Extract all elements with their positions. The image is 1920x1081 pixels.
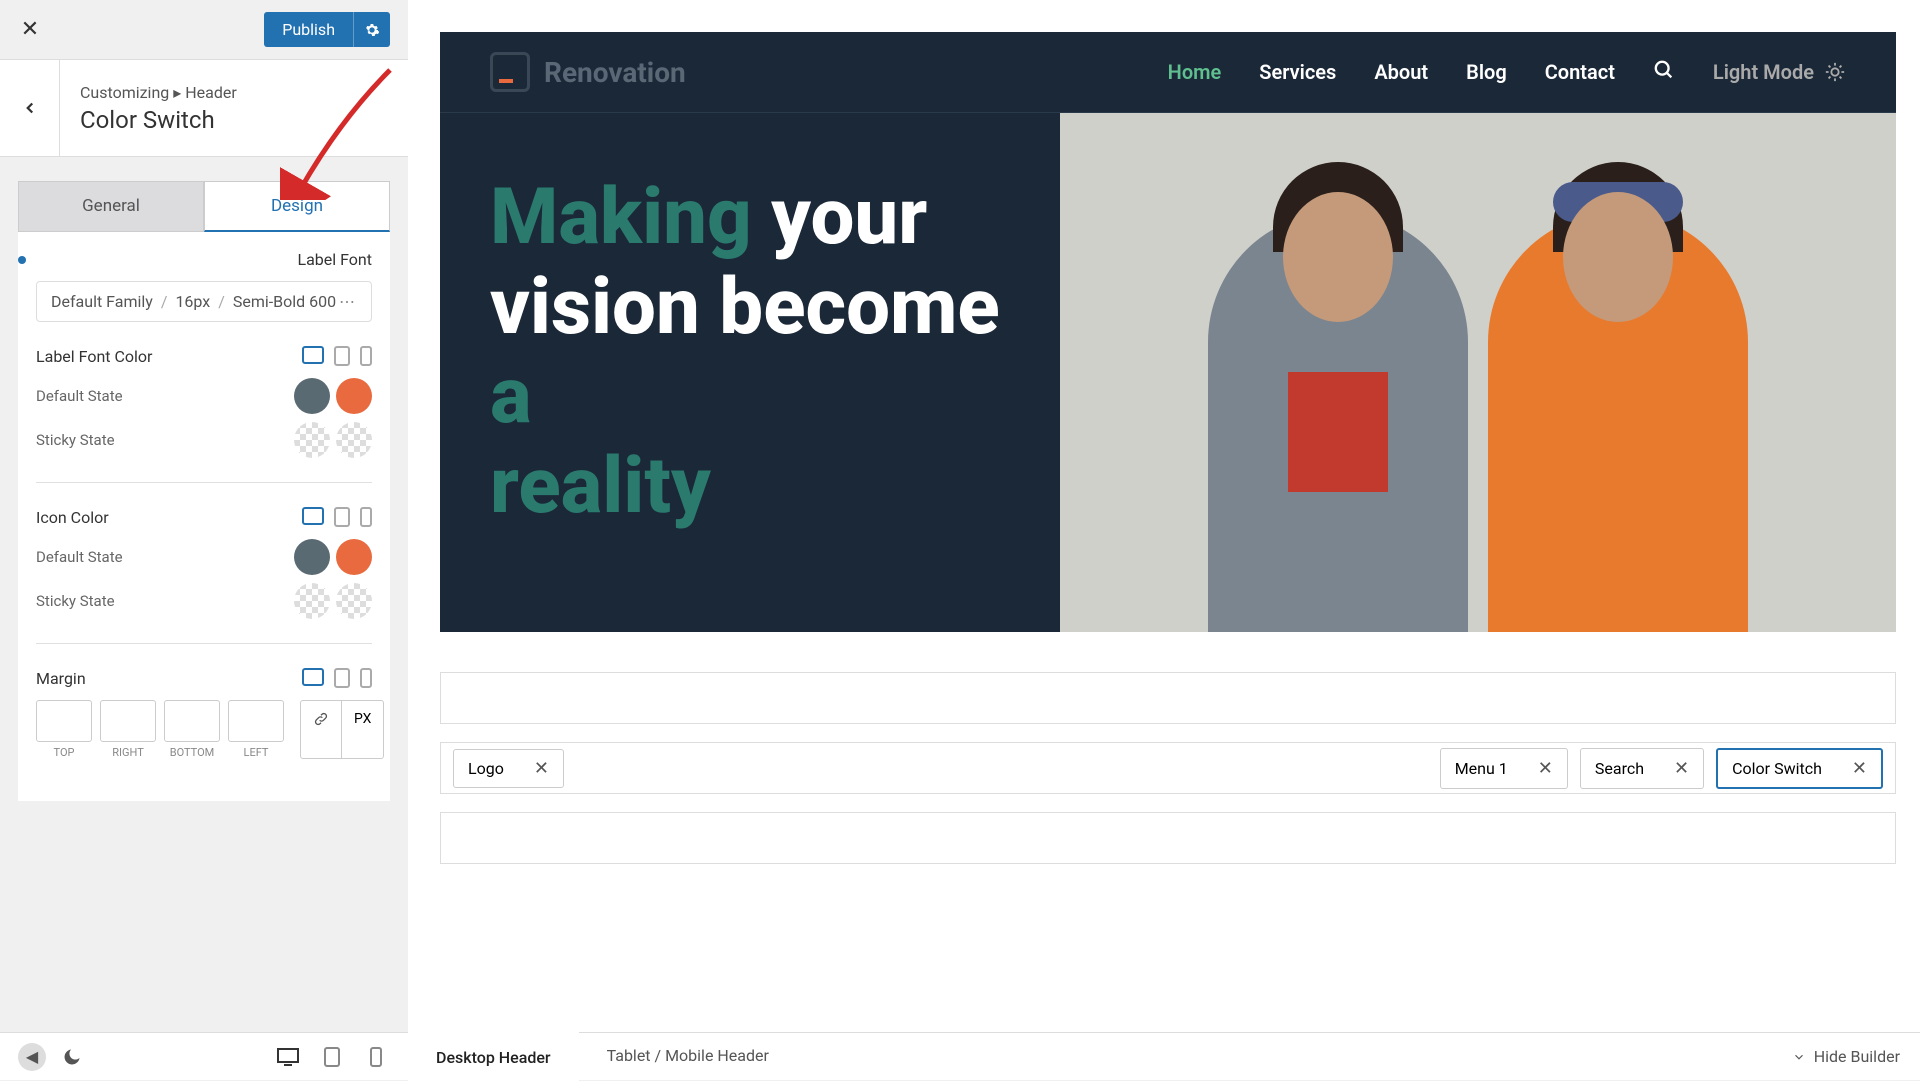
- color-swatch[interactable]: [294, 539, 330, 575]
- margin-bottom-input[interactable]: [164, 700, 220, 742]
- builder-chip-logo[interactable]: Logo✕: [453, 749, 564, 788]
- color-swatch-empty[interactable]: [294, 583, 330, 619]
- device-desktop-icon[interactable]: [302, 507, 324, 525]
- hide-builder-button[interactable]: Hide Builder: [1772, 1047, 1920, 1066]
- nav-home[interactable]: Home: [1168, 60, 1222, 84]
- publish-button[interactable]: Publish: [264, 12, 353, 47]
- chevron-left-icon: [21, 99, 39, 117]
- back-button[interactable]: [0, 60, 60, 156]
- color-swatch[interactable]: [294, 378, 330, 414]
- close-customizer-button[interactable]: ✕: [18, 18, 42, 42]
- device-mobile-icon[interactable]: [360, 346, 372, 366]
- device-desktop-icon[interactable]: [302, 346, 324, 364]
- label-font-title: Label Font: [36, 250, 372, 269]
- close-icon[interactable]: ✕: [1852, 758, 1867, 779]
- margin-left-input[interactable]: [228, 700, 284, 742]
- nav-about[interactable]: About: [1374, 60, 1428, 84]
- preview-mobile-icon[interactable]: [362, 1043, 390, 1071]
- tab-design[interactable]: Design: [204, 181, 390, 232]
- margin-right-input[interactable]: [100, 700, 156, 742]
- default-state-label: Default State: [36, 387, 123, 405]
- tab-tablet-mobile-header[interactable]: Tablet / Mobile Header: [579, 1032, 797, 1081]
- logo-mark-icon: [490, 52, 530, 92]
- device-desktop-icon[interactable]: [302, 668, 324, 686]
- label-font-color-title: Label Font Color: [36, 347, 152, 366]
- nav-services[interactable]: Services: [1259, 60, 1336, 84]
- device-tablet-icon[interactable]: [334, 668, 350, 688]
- close-icon[interactable]: ✕: [1538, 758, 1553, 779]
- unit-toggle[interactable]: PX: [342, 701, 383, 758]
- tab-desktop-header[interactable]: Desktop Header: [408, 1032, 579, 1081]
- link-values-button[interactable]: [301, 701, 342, 758]
- color-swatch-empty[interactable]: [294, 422, 330, 458]
- page-title: Color Switch: [80, 106, 237, 134]
- link-icon: [313, 711, 329, 727]
- builder-row-top[interactable]: [440, 672, 1896, 724]
- builder-chip-menu[interactable]: Menu 1✕: [1440, 748, 1568, 789]
- preview-tablet-icon[interactable]: [318, 1043, 346, 1071]
- site-logo[interactable]: Renovation: [490, 52, 686, 92]
- tab-general[interactable]: General: [18, 181, 204, 232]
- chevron-down-icon: [1792, 1050, 1806, 1064]
- color-swatch-empty[interactable]: [336, 422, 372, 458]
- color-swatch[interactable]: [336, 378, 372, 414]
- hero-heading: Making your vision become a reality: [490, 173, 1010, 532]
- color-swatch-empty[interactable]: [336, 583, 372, 619]
- nav-contact[interactable]: Contact: [1545, 60, 1615, 84]
- moon-icon: [62, 1047, 82, 1067]
- device-mobile-icon[interactable]: [360, 507, 372, 527]
- publish-settings-button[interactable]: [353, 12, 390, 47]
- hero-image: [1060, 113, 1896, 632]
- builder-chip-search[interactable]: Search✕: [1580, 748, 1704, 789]
- device-mobile-icon[interactable]: [360, 668, 372, 688]
- default-state-label: Default State: [36, 548, 123, 566]
- sticky-state-label: Sticky State: [36, 592, 115, 610]
- device-tablet-icon[interactable]: [334, 507, 350, 527]
- margin-top-input[interactable]: [36, 700, 92, 742]
- ellipsis-icon: ⋯: [339, 292, 357, 311]
- color-swatch[interactable]: [336, 539, 372, 575]
- sticky-state-label: Sticky State: [36, 431, 115, 449]
- icon-color-title: Icon Color: [36, 508, 109, 527]
- collapse-button[interactable]: ◀: [18, 1043, 46, 1071]
- preview-desktop-icon[interactable]: [274, 1043, 302, 1071]
- close-icon[interactable]: ✕: [1674, 758, 1689, 779]
- font-picker[interactable]: Default Family/ 16px/ Semi-Bold 600 ⋯: [36, 281, 372, 322]
- builder-row-main[interactable]: Logo✕ Menu 1✕ Search✕ Color Switch✕: [440, 742, 1896, 794]
- nav-blog[interactable]: Blog: [1466, 60, 1507, 84]
- margin-title: Margin: [36, 669, 86, 688]
- dark-mode-toggle[interactable]: [58, 1043, 86, 1071]
- breadcrumb: Customizing ▸ Header: [80, 83, 237, 102]
- gear-icon: [364, 22, 380, 38]
- builder-chip-color-switch[interactable]: Color Switch✕: [1716, 748, 1883, 789]
- color-switch-toggle[interactable]: Light Mode: [1713, 60, 1846, 84]
- builder-row-bottom[interactable]: [440, 812, 1896, 864]
- device-tablet-icon[interactable]: [334, 346, 350, 366]
- search-icon[interactable]: [1653, 59, 1675, 86]
- close-icon[interactable]: ✕: [534, 758, 549, 779]
- sun-icon: [1824, 61, 1846, 83]
- logo-text: Renovation: [544, 56, 686, 89]
